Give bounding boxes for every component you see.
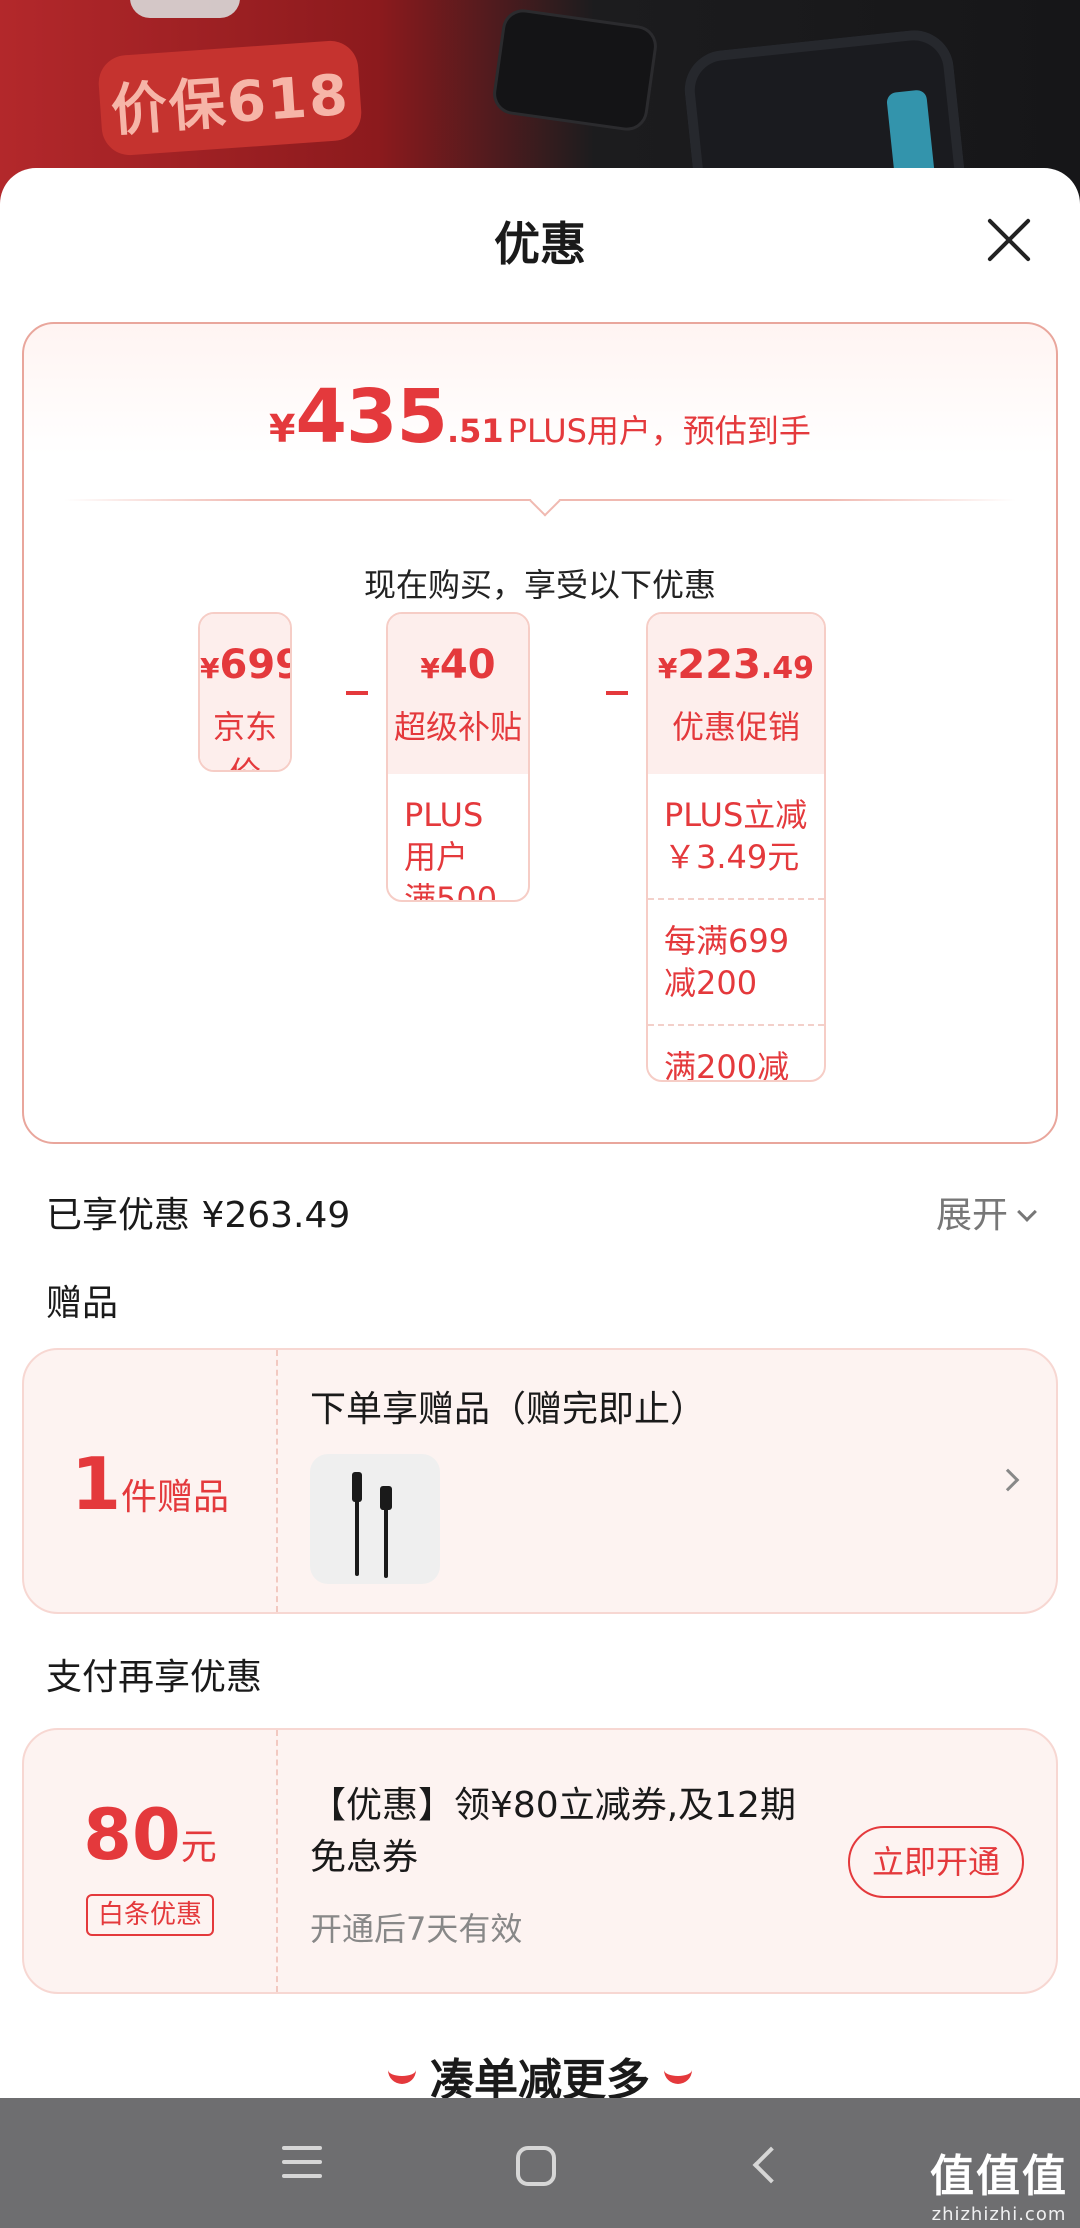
subsidy-amount: 40: [439, 642, 496, 688]
dashed-separator: [276, 1730, 278, 1992]
chevron-down-icon: [1017, 1202, 1037, 1222]
promo-amount: 223: [677, 642, 761, 688]
payment-amount-unit: 元: [180, 1827, 217, 1868]
jd-price-box: ¥699 京东价: [198, 612, 292, 772]
payment-offer-card: 80元 白条优惠 【优惠】领¥80立减券,及12期免息券 开通后7天有效 立即开…: [22, 1728, 1058, 1994]
currency-symbol: ¥: [657, 652, 678, 685]
currency-symbol: ¥: [269, 407, 296, 451]
gift-card[interactable]: 1件赠品 下单享赠品（赠完即止）: [22, 1348, 1058, 1614]
system-nav-bar: [0, 2098, 1080, 2228]
subsidy-rule: PLUS用户 满500减40: [404, 796, 498, 902]
total-saved: 已享优惠 ¥263.49: [46, 1195, 351, 1236]
price-integer: 435: [295, 374, 448, 460]
gifts-section-title: 赠品: [46, 1283, 119, 1324]
cable-wire: [355, 1500, 359, 1576]
discount-sheet: 优惠 ¥435.51PLUS用户，预估到手 现在购买，享受以下优惠 ¥699 京…: [0, 168, 1080, 2106]
promo-rule: 满200减20: [648, 1024, 824, 1080]
watermark: 值值值 zhizhizhi.com: [930, 2140, 1068, 2225]
expand-button[interactable]: 展开: [935, 1186, 1037, 1238]
close-icon[interactable]: [976, 208, 1040, 272]
sheet-title: 优惠: [494, 217, 586, 271]
buy-now-text: 现在购买，享受以下优惠: [363, 566, 716, 604]
payment-section-title: 支付再享优惠: [46, 1657, 263, 1698]
promo-label: 优惠促销: [671, 708, 800, 746]
promo-rule: 每满699减200: [648, 898, 824, 1024]
dashed-separator: [276, 1350, 278, 1612]
payment-amount: 80元: [24, 1794, 276, 1876]
chevron-right-icon: [996, 1468, 1020, 1492]
payment-offer-subtitle: 开通后7天有效: [310, 1910, 523, 1948]
cable-wire: [384, 1508, 388, 1578]
divider-notch: [529, 485, 561, 517]
subsidy-box: ¥40 超级补贴 PLUS用户 满500减40: [386, 612, 530, 902]
currency-symbol: ¥: [200, 652, 220, 685]
payment-offer-title: 【优惠】领¥80立减券,及12期免息券: [310, 1785, 796, 1878]
minus-icon: [346, 691, 368, 695]
subsidy-label: 超级补贴: [393, 708, 522, 746]
price-protect-badge: 价保618: [96, 39, 364, 157]
gift-count-unit: 件赠品: [121, 1477, 230, 1518]
payment-amount-number: 80: [83, 1794, 181, 1876]
promo-box: ¥223.49 优惠促销 PLUS立减 ￥3.49元 每满699减200 满20…: [646, 612, 826, 1082]
cable-plug: [352, 1472, 362, 1502]
promo-cents: .49: [760, 651, 815, 686]
currency-symbol: ¥: [420, 652, 440, 685]
product-image-adapter: [493, 10, 657, 130]
gift-title: 下单享赠品（赠完即止）: [310, 1389, 707, 1430]
minus-icon: [606, 691, 628, 695]
open-now-button[interactable]: 立即开通: [848, 1826, 1024, 1898]
home-icon[interactable]: [516, 2146, 556, 2186]
cable-plug: [380, 1486, 392, 1510]
recent-apps-icon[interactable]: [270, 2130, 340, 2200]
gift-count: 1件赠品: [24, 1442, 276, 1526]
expand-label: 展开: [935, 1195, 1008, 1236]
banner-top-button[interactable]: [130, 0, 240, 18]
jd-price-label: 京东价: [212, 708, 277, 770]
back-icon[interactable]: [752, 2146, 790, 2184]
smile-icon: [664, 2070, 692, 2084]
promo-rule: PLUS立减 ￥3.49元: [664, 796, 808, 876]
price-decimal: .51: [446, 412, 504, 450]
watermark-domain: zhizhizhi.com: [931, 2204, 1067, 2225]
jd-price-amount: 699: [219, 642, 290, 688]
watermark-name: 值值值: [930, 2151, 1068, 2202]
gift-cable-image: [310, 1454, 440, 1584]
baitiao-badge: 白条优惠: [86, 1894, 214, 1936]
price-breakdown-card: ¥435.51PLUS用户，预估到手 现在购买，享受以下优惠 ¥699 京东价 …: [22, 322, 1058, 1144]
smile-icon: [388, 2070, 416, 2084]
gift-count-number: 1: [70, 1442, 122, 1526]
price-tag: PLUS用户，预估到手: [507, 412, 811, 450]
estimated-price: ¥435.51 PLUS用户，预估到手: [24, 374, 1056, 460]
